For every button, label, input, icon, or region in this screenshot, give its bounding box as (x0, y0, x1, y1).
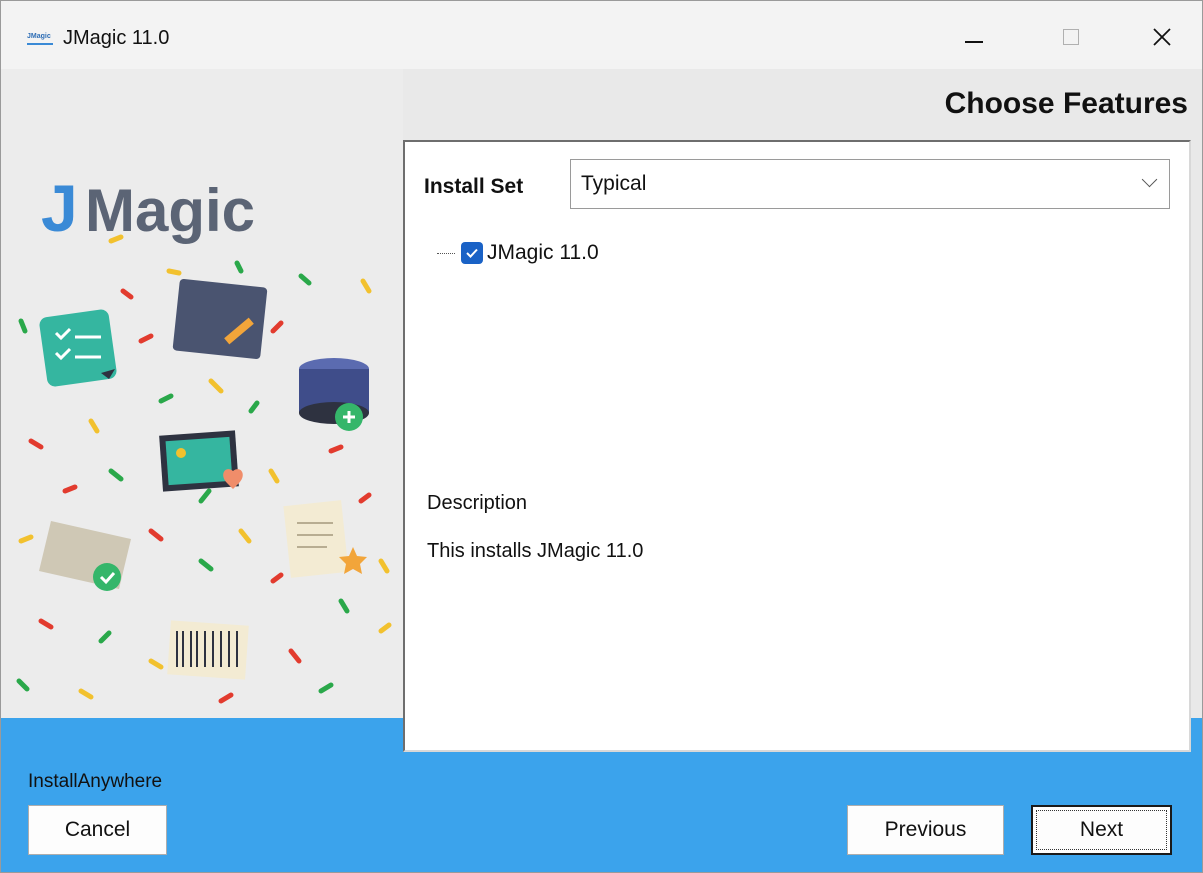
maximize-icon (1063, 29, 1079, 45)
focus-ring (1036, 810, 1167, 850)
app-icon: JMagic (27, 31, 53, 45)
folder-icon (172, 278, 268, 360)
minimize-icon (965, 41, 983, 43)
install-set-dropdown[interactable]: Typical (570, 159, 1170, 209)
logo-j: J (41, 171, 78, 245)
window-title: JMagic 11.0 (63, 27, 170, 49)
description-text: This installs JMagic 11.0 (427, 540, 644, 562)
cancel-button[interactable]: Cancel (28, 805, 167, 855)
installer-window: JMagic JMagic 11.0 J Magic Choose Featur… (0, 0, 1203, 873)
features-panel: Install Set Typical JMagic 11.0 Descript… (403, 140, 1191, 752)
chevron-down-icon (1141, 171, 1158, 188)
tree-connector (437, 252, 455, 254)
install-set-label: Install Set (424, 175, 524, 198)
previous-button-label: Previous (884, 818, 967, 841)
side-illustration: J Magic (1, 69, 403, 719)
close-icon (1153, 28, 1171, 46)
feature-label: JMagic 11.0 (487, 241, 599, 264)
document-icon (283, 500, 349, 578)
checkmark-icon (466, 248, 478, 258)
confetti-illustration: J Magic (16, 171, 392, 704)
close-button[interactable] (1134, 15, 1190, 59)
install-set-value: Typical (581, 172, 647, 195)
previous-button[interactable]: Previous (847, 805, 1004, 855)
logo-magic: Magic (85, 177, 255, 244)
minimize-button[interactable] (946, 15, 1002, 59)
next-button[interactable]: Next (1031, 805, 1172, 855)
title-bar: JMagic JMagic 11.0 (1, 1, 1202, 69)
feature-tree-item[interactable]: JMagic 11.0 (437, 238, 599, 268)
feature-checkbox[interactable] (461, 242, 483, 264)
installer-brand-label: InstallAnywhere (28, 771, 163, 792)
description-heading: Description (427, 492, 528, 514)
maximize-button[interactable] (1043, 15, 1099, 59)
page-title: Choose Features (944, 87, 1188, 120)
